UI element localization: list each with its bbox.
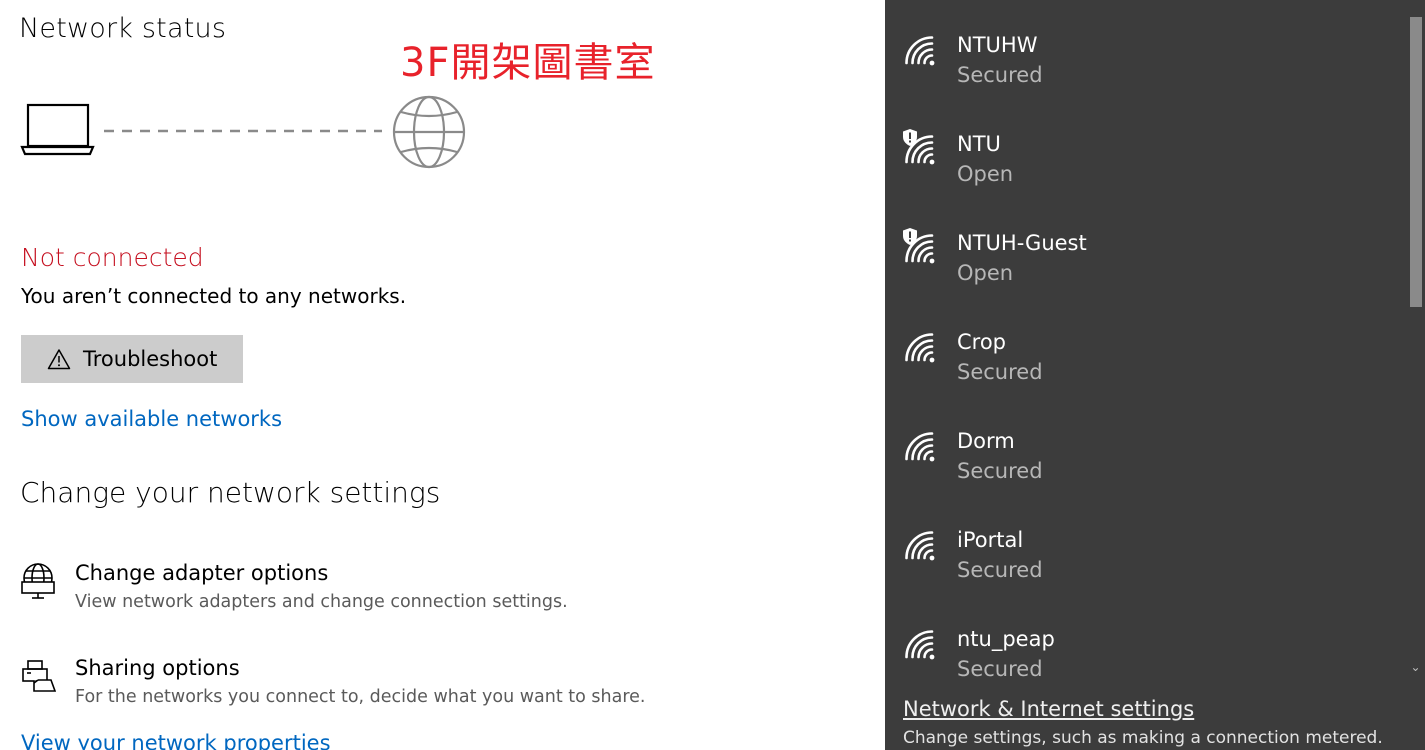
wifi-network-name: Crop <box>957 330 1007 354</box>
adapter-options-title: Change adapter options <box>75 561 329 585</box>
wifi-network-item[interactable]: ntu_peap Secured <box>885 594 1405 693</box>
sharing-icon <box>22 660 56 692</box>
network-internet-settings-link[interactable]: Network & Internet settings <box>903 697 1194 721</box>
troubleshoot-button[interactable]: Troubleshoot <box>21 335 243 383</box>
adapter-icon <box>21 563 55 599</box>
wifi-network-security: Secured <box>957 63 1043 87</box>
wifi-network-item[interactable]: NTU Open <box>885 99 1405 198</box>
wifi-network-name: iPortal <box>957 528 1024 552</box>
page-title: Network status <box>19 13 227 44</box>
wifi-signal-icon <box>905 331 941 367</box>
sharing-options[interactable]: Sharing options For the networks you con… <box>20 656 720 716</box>
wifi-network-name: NTUHW <box>957 33 1038 57</box>
connection-status-description: You aren’t connected to any networks. <box>21 284 407 308</box>
troubleshoot-label: Troubleshoot <box>83 347 218 371</box>
wifi-network-name: ntu_peap <box>957 627 1055 651</box>
wifi-network-item[interactable]: NTUHW Secured <box>885 0 1405 99</box>
network-status-pane: Network status 3F開架圖書室 Not connected You… <box>0 0 885 750</box>
wifi-network-item[interactable]: NTUH-Guest Open <box>885 198 1405 297</box>
network-list-scrollbar[interactable]: ⌄ <box>1406 0 1425 680</box>
location-annotation: 3F開架圖書室 <box>400 40 656 86</box>
shield-warning-icon <box>902 128 918 147</box>
wifi-signal-icon <box>905 628 941 664</box>
sharing-options-description: For the networks you connect to, decide … <box>75 687 646 707</box>
network-settings-description: Change settings, such as making a connec… <box>903 728 1383 748</box>
shield-warning-icon <box>902 227 918 246</box>
wifi-signal-icon <box>905 529 941 565</box>
globe-icon <box>392 95 466 169</box>
wifi-network-name: Dorm <box>957 429 1015 453</box>
warning-icon <box>47 349 71 370</box>
wifi-network-security: Secured <box>957 360 1043 384</box>
wifi-network-item[interactable]: iPortal Secured <box>885 495 1405 594</box>
wifi-network-item[interactable]: Dorm Secured <box>885 396 1405 495</box>
wifi-network-name: NTU <box>957 132 1001 156</box>
wifi-signal-icon <box>905 34 941 70</box>
wifi-network-item[interactable]: Crop Secured <box>885 297 1405 396</box>
scroll-thumb[interactable] <box>1410 17 1422 307</box>
wifi-network-security: Secured <box>957 558 1043 582</box>
change-adapter-options[interactable]: Change adapter options View network adap… <box>20 561 720 621</box>
chevron-down-icon[interactable]: ⌄ <box>1406 660 1425 680</box>
wifi-signal-icon <box>905 430 941 466</box>
wifi-network-security: Secured <box>957 459 1043 483</box>
scroll-up-arrow[interactable] <box>1406 0 1425 17</box>
change-network-settings-heading: Change your network settings <box>20 476 441 509</box>
sharing-options-title: Sharing options <box>75 656 240 680</box>
wifi-network-security: Secured <box>957 657 1043 681</box>
wifi-network-security: Open <box>957 261 1014 285</box>
connection-diagram <box>20 95 470 171</box>
wifi-flyout: NTUHW Secured NTU Open NTUH-Guest Open Crop Sec… <box>885 0 1425 750</box>
view-network-properties-link[interactable]: View your network properties <box>21 731 331 750</box>
connection-status-heading: Not connected <box>21 243 204 272</box>
laptop-icon <box>20 103 95 156</box>
show-available-networks-link[interactable]: Show available networks <box>21 407 282 431</box>
adapter-options-description: View network adapters and change connect… <box>75 592 568 612</box>
wifi-network-name: NTUH-Guest <box>957 231 1087 255</box>
wifi-network-security: Open <box>957 162 1014 186</box>
